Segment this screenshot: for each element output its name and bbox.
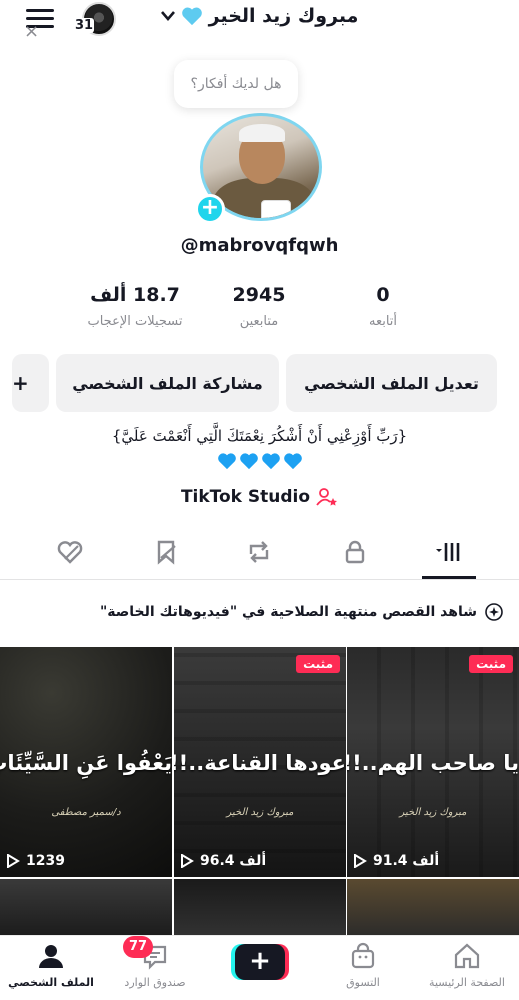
pinned-badge: مثبت <box>296 655 340 673</box>
studio-label: TikTok Studio <box>180 487 311 507</box>
active-tab-indicator <box>422 576 476 579</box>
nav-home-label: الصفحة الرئيسية <box>429 976 505 989</box>
heart-icon <box>217 453 236 470</box>
heart-icon <box>239 453 258 470</box>
sparkle-icon <box>485 603 503 621</box>
inbox-badge: 77 <box>123 936 154 958</box>
stat-likes[interactable]: 18.7 ألف تسجيلات الإعجاب <box>60 284 210 329</box>
video-thumbnail[interactable] <box>174 879 346 939</box>
nav-inbox-label: صندوق الوارد <box>124 976 186 989</box>
play-icon <box>7 854 20 868</box>
tab-reposts[interactable] <box>241 536 277 568</box>
view-count-text: 1239 <box>26 853 65 869</box>
video-thumbnail[interactable] <box>0 879 172 939</box>
grid-icon <box>436 543 460 561</box>
play-icon <box>181 854 194 868</box>
creator-icon <box>316 488 338 506</box>
likes-label: تسجيلات الإعجاب <box>87 314 183 329</box>
bio-text: {رَبِّ أَوْزِعْنِي أَنْ أَشْكُرَ نِعْمَت… <box>111 427 408 445</box>
repost-icon <box>249 541 269 563</box>
lock-icon <box>345 540 365 564</box>
chevron-down-icon <box>160 11 175 21</box>
tab-private[interactable] <box>337 536 373 568</box>
expired-stories-banner[interactable]: شاهد القصص منتهية الصلاحية في "فيديوهاتك… <box>0 581 519 643</box>
bio-hearts <box>0 452 519 470</box>
video-thumbnail[interactable]: مثبت يا صاحب الهم..!! مبروك زيد الخير 91… <box>347 647 519 877</box>
thoughts-bubble[interactable]: هل لديك أفكار؟ <box>174 60 298 108</box>
add-story-button[interactable]: + <box>195 194 225 224</box>
tab-favorites[interactable] <box>148 536 184 568</box>
video-signature: د/سمير مصطفى <box>51 807 121 818</box>
profile-tabs <box>0 524 519 580</box>
nav-shop[interactable]: التسوق <box>318 942 408 989</box>
heart-icon <box>283 453 302 470</box>
video-caption: يَعْفُوا عَنِ السَّيِّئَاتِ <box>0 751 172 775</box>
add-friend-button[interactable]: + <box>12 354 49 412</box>
close-icon[interactable]: × <box>24 21 39 42</box>
bottom-nav: الصفحة الرئيسية التسوق + صندوق الوارد ال… <box>0 935 519 1000</box>
view-count: 91.4 ألف <box>353 853 439 869</box>
video-caption: يا صاحب الهم..!! <box>347 751 519 775</box>
tab-liked[interactable] <box>52 536 88 568</box>
view-count: 1239 <box>6 853 65 869</box>
nav-home[interactable]: الصفحة الرئيسية <box>422 942 512 989</box>
video-thumbnail[interactable]: مثبت عودها القناعة..!! مبروك زيد الخير 9… <box>174 647 346 877</box>
edit-profile-button[interactable]: تعديل الملف الشخصي <box>286 354 497 412</box>
share-profile-button[interactable]: مشاركة الملف الشخصي <box>56 354 279 412</box>
view-count-text: 91.4 ألف <box>373 853 440 869</box>
likes-count: 18.7 ألف <box>90 284 180 306</box>
video-caption: عودها القناعة..!! <box>174 751 346 775</box>
video-signature: مبروك زيد الخير <box>226 807 294 818</box>
view-count-text: 96.4 ألف <box>200 853 267 869</box>
account-name: مبروك زيد الخير <box>208 5 359 27</box>
heart-icon <box>181 7 202 26</box>
create-button[interactable]: + <box>231 944 289 980</box>
account-switcher[interactable]: مبروك زيد الخير <box>0 5 519 27</box>
video-thumbnail[interactable] <box>347 879 519 939</box>
nav-profile[interactable]: الملف الشخصي <box>6 942 96 989</box>
heart-icon <box>261 453 280 470</box>
view-count: 96.4 ألف <box>180 853 266 869</box>
profile-icon <box>39 945 63 968</box>
nav-profile-label: الملف الشخصي <box>8 976 94 989</box>
tiktok-studio-link[interactable]: TikTok Studio <box>0 487 519 507</box>
play-icon <box>354 854 367 868</box>
create-plus: + <box>235 944 285 980</box>
home-icon <box>454 943 480 969</box>
shopping-bag-icon <box>351 942 375 969</box>
tab-videos[interactable] <box>431 536 467 568</box>
pinned-badge: مثبت <box>469 655 513 673</box>
video-grid: مثبت يا صاحب الهم..!! مبروك زيد الخير 91… <box>0 647 519 939</box>
nav-shop-label: التسوق <box>346 976 380 989</box>
video-thumbnail[interactable]: يَعْفُوا عَنِ السَّيِّئَاتِ د/سمير مصطفى… <box>0 647 172 877</box>
bookmark-hidden-icon <box>157 540 176 565</box>
banner-text: شاهد القصص منتهية الصلاحية في "فيديوهاتك… <box>99 604 477 620</box>
video-signature: مبروك زيد الخير <box>399 807 467 818</box>
username: @mabrovqfqwh <box>180 235 339 256</box>
top-bar: 31 مبروك زيد الخير <box>0 0 519 40</box>
heart-hidden-icon <box>57 541 83 564</box>
